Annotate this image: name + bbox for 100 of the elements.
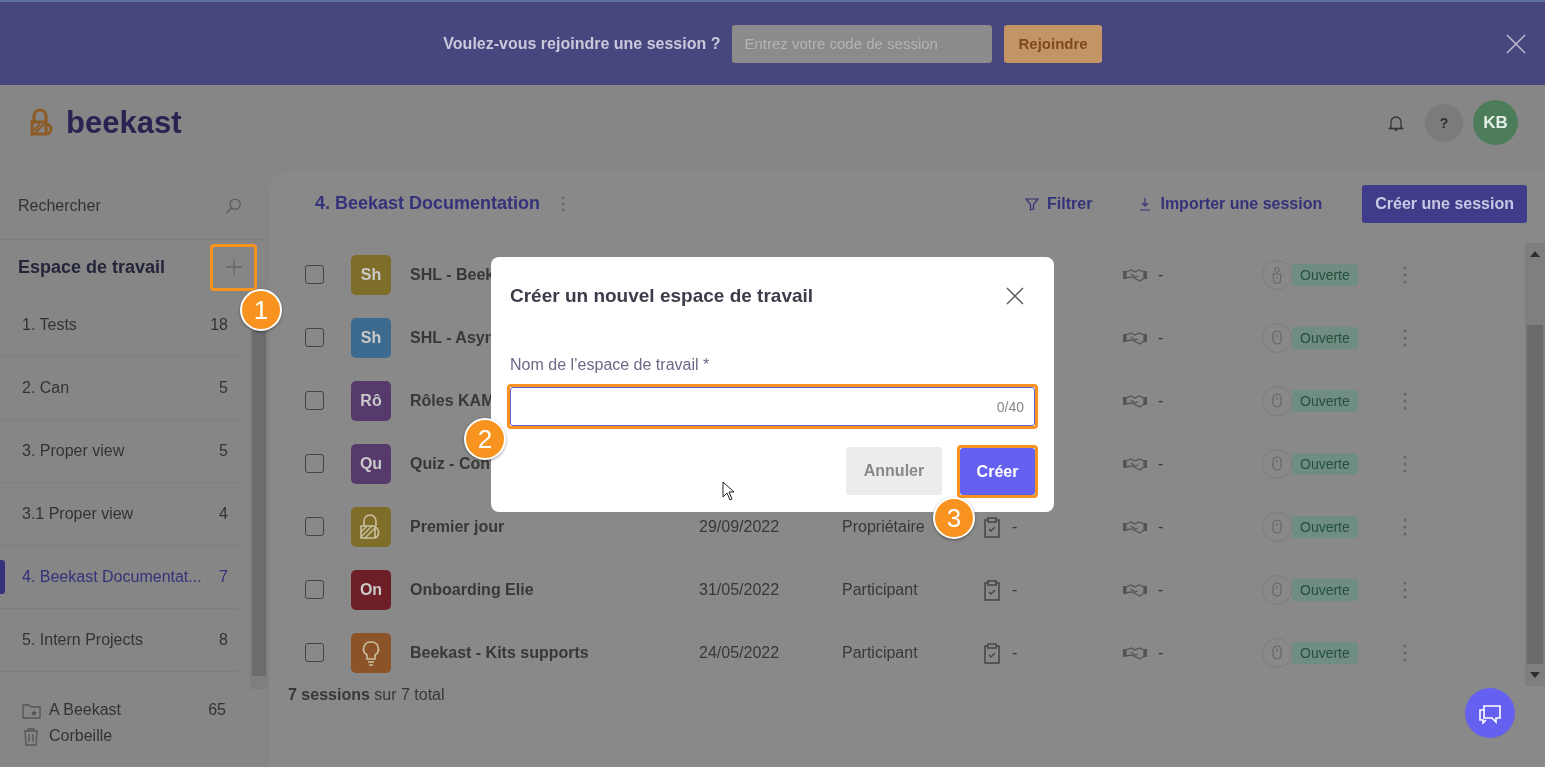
status-badge: Ouverte — [1292, 326, 1358, 349]
session-avatar: Sh — [351, 317, 391, 358]
item-count: 5 — [219, 442, 228, 460]
chat-icon — [1478, 702, 1502, 724]
checkbox[interactable] — [305, 580, 324, 599]
cursor-icon — [722, 481, 736, 501]
status-badge: Ouverte — [1292, 578, 1358, 601]
cell-value: - — [1158, 391, 1164, 410]
session-name[interactable]: Premier jour — [410, 517, 699, 536]
cell-value: - — [1158, 265, 1164, 284]
session-date: 29/09/2022 — [699, 517, 780, 536]
more-icon[interactable] — [560, 195, 567, 212]
handshake-icon — [1122, 392, 1148, 409]
item-count: 5 — [219, 379, 228, 397]
item-label: 3. Proper view — [22, 442, 126, 460]
cell-value: - — [1012, 517, 1018, 536]
more-icon[interactable] — [1402, 643, 1408, 662]
item-count: 18 — [210, 316, 228, 334]
user-avatar[interactable]: KB — [1473, 100, 1518, 145]
checkbox[interactable] — [305, 643, 324, 662]
clipboard-check-icon — [982, 641, 1002, 664]
banner-prompt: Voulez-vous rejoindre une session ? — [443, 34, 721, 53]
item-count: 4 — [219, 505, 228, 523]
session-role: Participant — [842, 580, 918, 599]
session-avatar: Qu — [351, 443, 391, 484]
sidebar-item[interactable]: 2. Can 5 — [0, 357, 238, 420]
session-avatar: On — [351, 569, 391, 610]
session-name[interactable]: Beekast - Kits supports — [410, 643, 699, 662]
name-field[interactable]: 0/40 — [510, 387, 1035, 426]
session-role: Participant — [842, 643, 918, 662]
session-avatar: Rô — [351, 380, 391, 421]
download-icon — [1138, 196, 1153, 211]
item-label: 2. Can — [22, 379, 71, 397]
close-icon[interactable] — [1505, 33, 1527, 55]
session-avatar: Sh — [351, 254, 391, 295]
cell-value: - — [1158, 517, 1164, 536]
close-icon[interactable] — [1005, 286, 1025, 306]
cell-value: - — [1158, 580, 1164, 599]
handshake-icon — [1122, 518, 1148, 535]
sidebar-link[interactable]: Corbeille — [22, 723, 252, 749]
logo-wordmark: beekast — [66, 104, 182, 141]
session-date: 24/05/2022 — [699, 643, 780, 662]
more-icon[interactable] — [1402, 580, 1408, 599]
handshake-icon — [1122, 455, 1148, 472]
trash-icon — [22, 726, 41, 746]
sidebar-item[interactable]: 3.1 Proper view 4 — [0, 483, 238, 546]
sidebar-item[interactable]: 1. Tests 18 — [0, 294, 238, 357]
filter-button[interactable]: Filtrer — [1019, 193, 1099, 214]
more-icon[interactable] — [1402, 391, 1408, 410]
import-button[interactable]: Importer une session — [1132, 193, 1329, 214]
session-count: 7 sessions sur 7 total — [287, 686, 446, 704]
scrollbar[interactable] — [1525, 243, 1545, 686]
sidebar-item[interactable]: 5. Intern Projects 8 — [0, 609, 238, 672]
sidebar-link[interactable]: A Beekast 65 — [22, 697, 252, 723]
sidebar-item[interactable]: 3. Proper view 5 — [0, 420, 238, 483]
item-count: 8 — [219, 631, 228, 649]
sidebar-item[interactable]: 4. Beekast Documentat... 7 — [0, 546, 238, 609]
filter-icon — [1025, 196, 1040, 211]
search-field[interactable]: Rechercher — [18, 196, 225, 215]
cancel-button[interactable]: Annuler — [846, 447, 942, 495]
status-badge: Ouverte — [1292, 641, 1358, 664]
clipboard-check-icon — [982, 515, 1002, 538]
status-badge: Ouverte — [1292, 452, 1358, 475]
cell-value: - — [1012, 580, 1018, 599]
handshake-icon — [1122, 329, 1148, 346]
more-icon[interactable] — [1402, 454, 1408, 473]
more-icon[interactable] — [1402, 265, 1408, 284]
more-icon[interactable] — [1402, 517, 1408, 536]
create-button[interactable]: Créer — [960, 448, 1035, 495]
create-session-button[interactable]: Créer une session — [1362, 184, 1527, 223]
field-label: Nom de l’espace de travail * — [510, 356, 711, 374]
checkbox[interactable] — [305, 265, 324, 284]
item-label: 1. Tests — [22, 316, 78, 334]
checkbox[interactable] — [305, 391, 324, 410]
join-button[interactable]: Rejoindre — [1004, 24, 1102, 63]
checkbox[interactable] — [305, 454, 324, 473]
status-badge: Ouverte — [1292, 389, 1358, 412]
cell-value: - — [1158, 454, 1164, 473]
item-count: 65 — [208, 701, 226, 719]
bell-icon[interactable] — [1387, 113, 1405, 132]
status-badge: Ouverte — [1292, 515, 1358, 538]
clipboard-check-icon — [982, 578, 1002, 601]
session-role: Propriétaire — [842, 517, 925, 536]
help-button[interactable]: ? — [1425, 103, 1463, 142]
checkbox[interactable] — [305, 328, 324, 347]
dialog-title: Créer un nouvel espace de travail — [510, 285, 814, 307]
handshake-icon — [1122, 581, 1148, 598]
session-name[interactable]: Onboarding Elie — [410, 580, 699, 599]
item-label: 3.1 Proper view — [22, 505, 135, 523]
checkbox[interactable] — [305, 517, 324, 536]
item-label: 4. Beekast Documentat... — [22, 568, 203, 586]
workspace-title: 4. Beekast Documentation — [315, 193, 541, 214]
status-badge: Ouverte — [1292, 263, 1358, 286]
item-count: 7 — [219, 568, 228, 586]
section-title: Espace de travail — [18, 256, 167, 278]
session-date: 31/05/2022 — [699, 580, 780, 599]
scrollbar[interactable] — [250, 331, 268, 689]
cell-value: - — [1158, 328, 1164, 347]
more-icon[interactable] — [1402, 328, 1408, 347]
item-label: 5. Intern Projects — [22, 631, 144, 649]
